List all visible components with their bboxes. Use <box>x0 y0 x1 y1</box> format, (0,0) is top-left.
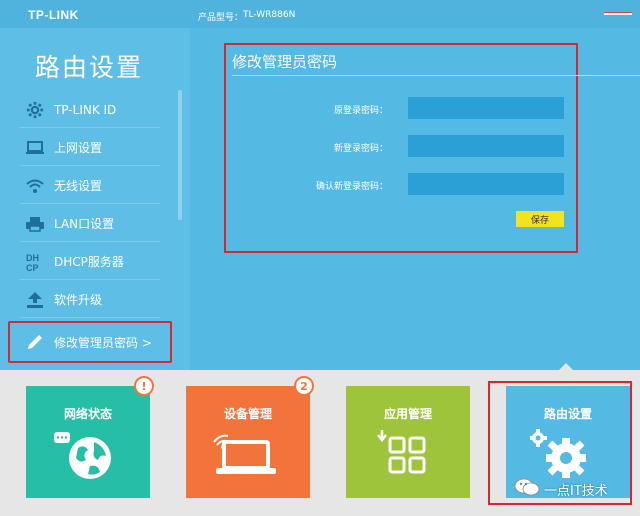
sidebar-item-admin-password[interactable]: 修改管理员密码 > <box>8 321 172 363</box>
tile-label: 网络状态 <box>63 407 112 421</box>
model-label: 产品型号： <box>198 13 244 23</box>
old-password-field[interactable] <box>408 97 564 119</box>
tile-device-management[interactable]: 设备管理 2 <box>186 376 314 498</box>
sidebar-item-label: LAN口设置 <box>54 217 115 231</box>
top-right-link[interactable] <box>604 12 632 15</box>
monitor-icon <box>24 137 46 159</box>
wifi-icon <box>24 175 46 197</box>
globe-icon <box>52 430 114 486</box>
sidebar-item-label: 无线设置 <box>54 179 103 193</box>
wechat-icon <box>514 477 540 501</box>
sidebar-scrollbar[interactable] <box>178 90 182 220</box>
tile-app-management[interactable]: 应用管理 <box>346 386 470 498</box>
svg-text:DH: DH <box>26 253 39 263</box>
active-tile-pointer <box>558 363 574 371</box>
new-password-field[interactable] <box>408 135 564 157</box>
alert-badge: ! <box>134 376 154 396</box>
old-password-label: 原登录密码： <box>333 106 388 116</box>
top-bar: TP-LINK 产品型号： TL-WR886N <box>0 0 640 28</box>
laptop-icon <box>210 428 282 482</box>
svg-text:CP: CP <box>26 263 39 272</box>
upload-icon <box>24 289 46 311</box>
watermark: 一点IT技术 <box>514 477 608 501</box>
watermark-text: 一点IT技术 <box>544 483 608 499</box>
sidebar-item-internet[interactable]: 上网设置 <box>20 130 160 166</box>
sidebar-item-label: DHCP服务器 <box>54 255 124 269</box>
new-password-label: 新登录密码： <box>333 144 388 154</box>
count-badge: 2 <box>294 376 314 396</box>
tp-link-logo: TP-LINK <box>28 8 79 22</box>
sidebar-item-lan[interactable]: LAN口设置 <box>20 206 160 242</box>
pencil-icon <box>24 331 46 353</box>
sidebar-item-label: 修改管理员密码 > <box>54 335 152 350</box>
sidebar-item-label: TP-LINK ID <box>54 102 117 117</box>
sidebar-item-tplink-id[interactable]: TP-LINK ID <box>20 92 160 128</box>
dhcp-icon: DH CP <box>24 251 46 273</box>
apps-icon <box>376 428 432 482</box>
sidebar-item-dhcp[interactable]: DH CP DHCP服务器 <box>20 244 160 280</box>
printer-icon <box>24 213 46 235</box>
sidebar-item-label: 上网设置 <box>54 141 103 155</box>
page-title: 修改管理员密码 <box>232 53 338 71</box>
sidebar-item-label: 软件升级 <box>54 293 103 307</box>
gear-icon <box>24 99 46 121</box>
save-button[interactable]: 保存 <box>516 211 564 227</box>
tile-label: 应用管理 <box>383 407 432 421</box>
confirm-password-field[interactable] <box>408 173 564 195</box>
sidebar: 路由设置 TP-LINK ID 上网设置 无线设置 LAN口设置 DH CP DH… <box>0 28 190 370</box>
confirm-password-label: 确认新登录密码： <box>315 182 388 192</box>
title-divider <box>232 75 640 76</box>
sidebar-item-wireless[interactable]: 无线设置 <box>20 168 160 204</box>
tile-network-status[interactable]: 网络状态 ! <box>26 376 154 498</box>
sidebar-item-upgrade[interactable]: 软件升级 <box>20 282 160 318</box>
change-password-panel: 修改管理员密码 原登录密码： 新登录密码： 确认新登录密码： 保存 <box>224 43 640 253</box>
tile-label: 设备管理 <box>223 407 272 421</box>
model-value: TL-WR886N <box>243 10 296 20</box>
sidebar-title: 路由设置 <box>35 53 144 82</box>
